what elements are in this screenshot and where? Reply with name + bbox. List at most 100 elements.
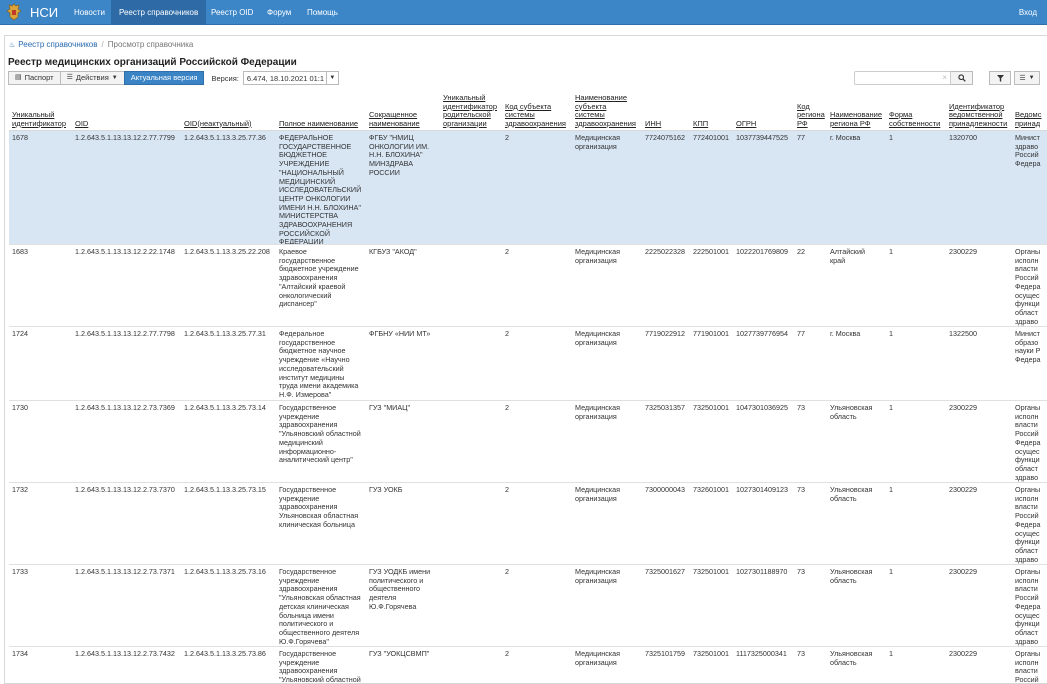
cell-subject-name: Медицинская организация: [575, 330, 621, 347]
cell-subject-code: 2: [505, 330, 509, 338]
col-header-subject-code[interactable]: Код субъекта системы здравоохранения: [505, 102, 566, 129]
col-header-region-code[interactable]: Код региона РФ: [797, 102, 825, 129]
cell-inn: 7325001627: [645, 568, 685, 576]
cell-dept-name: Минист образо науки Р Федера: [1015, 330, 1041, 365]
table-row[interactable]: 1678 1.2.643.5.1.13.13.12.2.77.7799 1.2.64…: [9, 131, 1047, 245]
cell-ownership: 1: [889, 330, 893, 338]
cell-oid-old: 1.2.643.5.1.13.3.25.73.16: [184, 568, 266, 576]
nav-oid-registry[interactable]: Реестр OID: [203, 0, 261, 25]
table-row[interactable]: 1732 1.2.643.5.1.13.13.12.2.73.7370 1.2.64…: [9, 483, 1047, 565]
col-header-short-name[interactable]: Сокращенное наименование: [369, 110, 420, 128]
cell-kpp: 732501001: [693, 568, 729, 576]
main-panel: ♨ Реестр справочников / Просмотр справоч…: [4, 35, 1047, 684]
col-header-kpp[interactable]: КПП: [693, 119, 708, 129]
cell-ogrn: 1037739447525: [736, 134, 788, 142]
cell-short-name: ГУЗ "УОКЦСВМП": [369, 650, 430, 658]
list-icon: ☰: [1019, 75, 1026, 82]
cell-ogrn: 1027301188970: [736, 568, 788, 576]
cell-ogrn: 1047301036925: [736, 404, 788, 412]
version-select[interactable]: 6.474, 18.10.2021 01:1 ▼: [242, 71, 339, 85]
cell-ownership: 1: [889, 486, 893, 494]
actions-label: Действия: [75, 73, 109, 82]
toolbar: ▤ Паспорт ☰ Действия ▼ Актуальная версия…: [8, 71, 339, 85]
col-header-full-name[interactable]: Полное наименование: [279, 119, 358, 129]
cell-parent-id: [443, 568, 503, 646]
brand[interactable]: НСИ: [6, 2, 58, 23]
cell-kpp: 732501001: [693, 404, 729, 412]
cell-subject-name: Медицинская организация: [575, 248, 621, 265]
cell-oid-old: 1.2.643.5.1.13.3.25.73.15: [184, 486, 266, 494]
table-row[interactable]: 1730 1.2.643.5.1.13.13.12.2.73.7369 1.2.64…: [9, 401, 1047, 483]
version-value: 6.474, 18.10.2021 01:1: [246, 73, 325, 83]
version-label: Версия:: [211, 73, 239, 83]
table-row[interactable]: 1683 1.2.643.5.1.13.13.12.2.22.1748 1.2.64…: [9, 245, 1047, 327]
passport-icon: ▤: [15, 74, 22, 81]
cell-parent-id: [443, 248, 503, 326]
cell-oid: 1.2.643.5.1.13.13.12.2.77.7799: [75, 134, 175, 142]
col-header-inn[interactable]: ИНН: [645, 119, 661, 129]
cell-short-name: ГУЗ УОДКБ имени политического и обществе…: [369, 568, 431, 611]
table-header: Уникальный идентификатор OID OID(неактуа…: [9, 91, 1047, 131]
cell-region-code: 77: [797, 134, 805, 142]
columns-menu-button[interactable]: ☰ ▼: [1014, 71, 1040, 85]
cell-oid: 1.2.643.5.1.13.13.12.2.73.7432: [75, 650, 175, 658]
cell-subject-code: 2: [505, 404, 509, 412]
cell-dept-name: Органы исполн власти Россий Федера осуще…: [1015, 568, 1041, 646]
cell-region-code: 73: [797, 568, 805, 576]
cell-inn: 7724075162: [645, 134, 685, 142]
search-input[interactable]: ×: [854, 71, 951, 85]
col-header-subject-name[interactable]: Наименование субъекта системы здравоохра…: [575, 93, 636, 128]
passport-button[interactable]: ▤ Паспорт: [8, 71, 61, 85]
cell-full-name: Федеральное государственное бюджетное на…: [279, 330, 359, 399]
cell-oid-old: 1.2.643.5.1.13.3.25.77.36: [184, 134, 266, 142]
col-header-ogrn[interactable]: ОГРН: [736, 119, 756, 129]
search-group: ×: [854, 71, 973, 85]
cell-inn: 7300000043: [645, 486, 685, 494]
cell-full-name: Государственное учреждение здравоохранен…: [279, 404, 361, 465]
table-row[interactable]: 1724 1.2.643.5.1.13.13.12.2.77.7798 1.2.64…: [9, 327, 1047, 401]
col-header-ownership[interactable]: Форма собственности: [889, 110, 940, 128]
login-link[interactable]: Вход: [1019, 0, 1037, 25]
cell-unique-id: 1724: [12, 330, 28, 338]
cell-dept-id: 2300229: [949, 486, 977, 494]
current-version-button[interactable]: Актуальная версия: [123, 71, 205, 85]
col-header-oid[interactable]: OID: [75, 119, 88, 129]
cell-ogrn: 1027739776954: [736, 330, 788, 338]
clear-icon[interactable]: ×: [942, 73, 947, 82]
cell-dept-name: Органы исполн власти Россий: [1015, 650, 1041, 684]
col-header-parent-id[interactable]: Уникальный идентификатор родительской ор…: [443, 93, 497, 128]
cell-short-name: ФГБУ "НМИЦ ОНКОЛОГИИ ИМ. Н.Н. БЛОХИНА" М…: [369, 134, 430, 177]
nav-registry-directories[interactable]: Реестр справочников: [111, 0, 207, 25]
cell-short-name: ГУЗ "МИАЦ": [369, 404, 411, 412]
home-icon[interactable]: ♨: [9, 41, 15, 49]
nav-help[interactable]: Помощь: [299, 0, 346, 25]
table-row[interactable]: 1734 1.2.643.5.1.13.13.12.2.73.7432 1.2.64…: [9, 647, 1047, 684]
table-row[interactable]: 1733 1.2.643.5.1.13.13.12.2.73.7371 1.2.64…: [9, 565, 1047, 647]
nav-news[interactable]: Новости: [66, 0, 113, 25]
cell-dept-name: Органы исполн власти Россий Федера осуще…: [1015, 486, 1041, 564]
actions-button[interactable]: ☰ Действия ▼: [59, 71, 125, 85]
cell-oid: 1.2.643.5.1.13.13.12.2.77.7798: [75, 330, 175, 338]
cell-dept-name: Минист здраво Россий Федера: [1015, 134, 1041, 169]
cell-region-code: 77: [797, 330, 805, 338]
cell-ogrn: 1027301409123: [736, 486, 788, 494]
filter-button[interactable]: [989, 71, 1011, 85]
cell-dept-name: Органы исполн власти Россий Федера осуще…: [1015, 404, 1041, 482]
cell-region-name: Алтайский край: [830, 248, 865, 265]
search-button[interactable]: [951, 71, 973, 85]
cell-unique-id: 1732: [12, 486, 28, 494]
search-icon: [957, 74, 966, 82]
cell-kpp: 222501001: [693, 248, 729, 256]
col-header-dept-id[interactable]: Идентификатор ведомственной принадлежнос…: [949, 102, 1007, 129]
col-header-region-name[interactable]: Наименование региона РФ: [830, 110, 882, 128]
cell-oid: 1.2.643.5.1.13.13.12.2.73.7369: [75, 404, 175, 412]
cell-unique-id: 1734: [12, 650, 28, 658]
col-header-oid-old[interactable]: OID(неактуальный): [184, 119, 252, 129]
breadcrumb-registry-link[interactable]: Реестр справочников: [18, 40, 97, 49]
col-header-unique-id[interactable]: Уникальный идентификатор: [12, 110, 66, 128]
nav-forum[interactable]: Форум: [259, 0, 299, 25]
cell-unique-id: 1730: [12, 404, 28, 412]
col-header-dept-name[interactable]: Ведомс принад: [1015, 110, 1041, 128]
cell-inn: 7325031357: [645, 404, 685, 412]
cell-kpp: 772401001: [693, 134, 729, 142]
